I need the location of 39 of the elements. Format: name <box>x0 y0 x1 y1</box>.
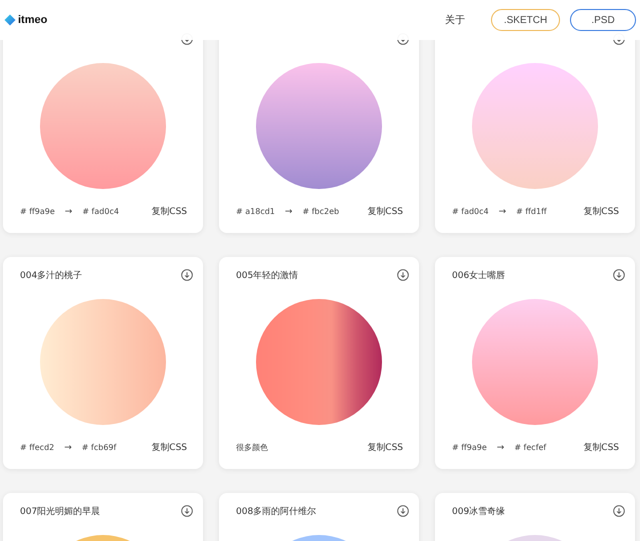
copy-css-link[interactable]: 复制CSS <box>367 441 403 454</box>
download-icon[interactable] <box>181 269 193 281</box>
arrow-text: → <box>498 206 506 216</box>
gradient-title: 007阳光明媚的早晨 <box>20 506 100 518</box>
color-code: # fcb69f <box>82 443 116 452</box>
download-icon[interactable] <box>181 505 193 517</box>
color-code: # ff9a9e <box>20 207 55 216</box>
color-code: # ff9a9e <box>452 443 487 452</box>
download-icon[interactable] <box>397 505 409 517</box>
gradient-title: 004多汁的桃子 <box>20 270 82 282</box>
gradient-title: 005年轻的激情 <box>236 270 298 282</box>
copy-css-link[interactable]: 复制CSS <box>583 441 619 454</box>
logo-text[interactable]: itmeo <box>18 14 48 26</box>
copy-css-link[interactable]: 复制CSS <box>367 205 403 218</box>
color-code: # a18cd1 <box>236 207 275 216</box>
download-icon[interactable] <box>613 269 625 281</box>
about-link[interactable]: 关于 <box>445 13 465 27</box>
arrow-text: → <box>64 206 72 216</box>
color-code: # fad0c4 <box>82 207 119 216</box>
gradient-note: 很多颜色 <box>236 442 268 453</box>
gradient-title: 009冰雪奇缘 <box>452 506 506 518</box>
color-code: # fecfef <box>514 443 546 452</box>
arrow-text: → <box>284 206 292 216</box>
arrow-text: → <box>496 442 504 452</box>
copy-css-link[interactable]: 复制CSS <box>151 205 187 218</box>
copy-css-link[interactable]: 复制CSS <box>151 441 187 454</box>
color-code: # fbc2eb <box>302 207 340 216</box>
download-icon[interactable] <box>397 269 409 281</box>
color-code: # ffecd2 <box>20 443 54 452</box>
color-code: # fad0c4 <box>452 207 489 216</box>
download-button[interactable]: .PSD <box>570 9 636 31</box>
copy-css-link[interactable]: 复制CSS <box>583 205 619 218</box>
download-button[interactable]: .SKETCH <box>491 9 560 31</box>
logo-icon <box>4 14 16 26</box>
arrow-text: → <box>64 442 72 452</box>
color-code: # ffd1ff <box>516 207 547 216</box>
download-icon[interactable] <box>613 505 625 517</box>
gradient-title: 006女士嘴唇 <box>452 270 506 282</box>
gradient-title: 008多雨的阿什维尔 <box>236 506 316 518</box>
